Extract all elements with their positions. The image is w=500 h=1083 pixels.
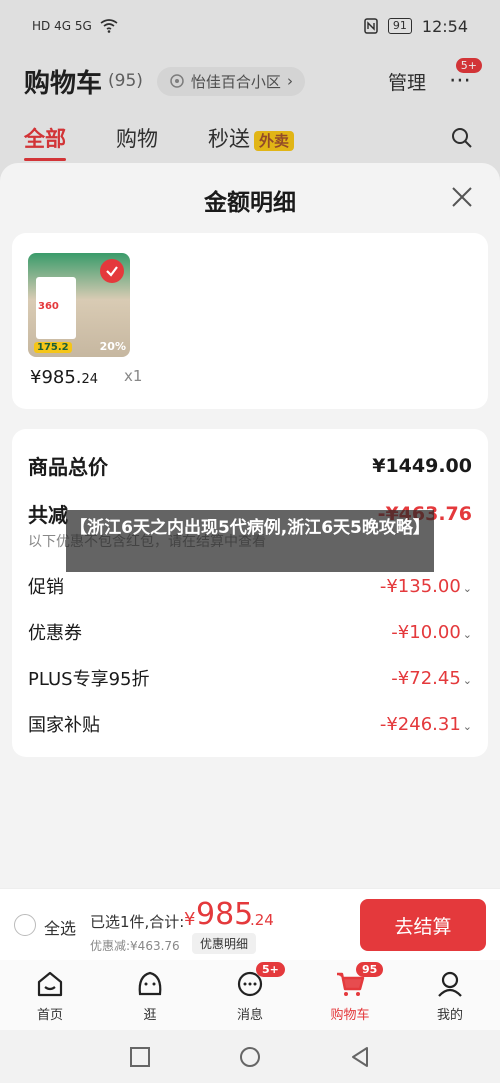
total-amount-dec: .24 — [250, 911, 274, 929]
close-icon[interactable] — [448, 183, 476, 211]
row-total: 商品总价 ¥1449.00 — [28, 451, 472, 480]
total-value: ¥1449.00 — [372, 454, 472, 477]
check-icon — [100, 259, 124, 283]
coupon-label: 优惠券 — [28, 623, 82, 644]
recent-apps-icon[interactable] — [129, 1046, 151, 1068]
product-price: ¥985.24 — [30, 367, 98, 388]
amount-detail-card: 商品总价 ¥1449.00 共减 -¥463.76 以下优惠不包含红包，请在结算… — [12, 429, 488, 757]
total-currency: ¥ — [184, 909, 196, 930]
discount-summary: 优惠减:¥463.76 — [90, 939, 180, 953]
product-price-int: ¥985. — [30, 367, 82, 388]
nav-browse-label: 逛 — [143, 1008, 157, 1023]
product-thumbnail[interactable]: 360 175.2 20% — [28, 253, 130, 357]
nav-messages[interactable]: 5+ 消息 — [200, 960, 300, 1030]
nav-home-label: 首页 — [36, 1008, 63, 1023]
promo-value: -¥135.00 — [379, 575, 461, 597]
coupon-value-wrap: -¥10.00 ⌄ — [391, 622, 472, 643]
chevron-down-icon: ⌄ — [462, 673, 472, 687]
thumb-box-text: 360 — [38, 301, 59, 312]
messages-badge: 5+ — [256, 962, 285, 977]
profile-icon — [438, 971, 462, 997]
home-icon — [37, 971, 63, 997]
reduce-label: 共减 — [28, 503, 68, 527]
nav-cart[interactable]: 95 购物车 — [300, 960, 400, 1030]
system-nav — [0, 1030, 500, 1083]
bottom-nav: 首页 逛 5+ 消息 95 购物车 我的 — [0, 960, 500, 1030]
nav-home[interactable]: 首页 — [0, 960, 100, 1030]
nav-profile-label: 我的 — [436, 1008, 463, 1023]
row-subsidy[interactable]: 国家补贴 -¥246.31 ⌄ — [28, 711, 472, 737]
plus-value-wrap: -¥72.45 ⌄ — [391, 668, 472, 689]
overlay-banner: 【浙江6天之内出现5代病例,浙江6天5晚攻略】 — [66, 510, 434, 572]
row-plus[interactable]: PLUS专享95折 -¥72.45 ⌄ — [28, 665, 472, 691]
subsidy-value: -¥246.31 — [379, 713, 461, 735]
subsidy-value-wrap: -¥246.31 ⌄ — [380, 714, 472, 735]
sheet-title: 金额明细 — [204, 190, 296, 216]
coupon-value: -¥10.00 — [391, 621, 461, 643]
nav-profile[interactable]: 我的 — [400, 960, 500, 1030]
promo-value-wrap: -¥135.00 ⌄ — [380, 576, 472, 597]
back-triangle-icon[interactable] — [349, 1046, 371, 1068]
total-amount-int: 985 — [196, 897, 254, 932]
chevron-down-icon: ⌄ — [462, 627, 472, 641]
nav-messages-label: 消息 — [236, 1008, 263, 1023]
subsidy-label: 国家补贴 — [28, 715, 100, 736]
select-all-radio[interactable] — [14, 914, 36, 936]
product-quantity: x1 — [124, 367, 143, 385]
nav-cart-label: 购物车 — [330, 1008, 370, 1023]
thumb-price-tag: 175.2 — [34, 342, 72, 353]
select-all-label[interactable]: 全选 — [44, 915, 76, 939]
checkout-button[interactable]: 去结算 — [360, 899, 486, 951]
chevron-down-icon: ⌄ — [462, 581, 472, 595]
home-circle-icon[interactable] — [239, 1046, 261, 1068]
row-promo[interactable]: 促销 -¥135.00 ⌄ — [28, 573, 472, 599]
browse-face-icon — [138, 971, 162, 996]
product-card: 360 175.2 20% ¥985.24 x1 — [12, 233, 488, 409]
plus-label: PLUS专享95折 — [28, 669, 150, 690]
product-price-dec: 24 — [81, 372, 99, 387]
checkout-bar: 全选 已选1件,合计: ¥ 985 .24 优惠减:¥463.76 优惠明细 去… — [0, 888, 500, 960]
chevron-down-icon: ⌄ — [462, 719, 472, 733]
plus-value: -¥72.45 — [391, 667, 461, 689]
nav-browse[interactable]: 逛 — [100, 960, 200, 1030]
thumb-subsidy-pct: 20% — [99, 340, 126, 353]
cart-badge: 95 — [356, 962, 384, 977]
promo-label: 促销 — [28, 577, 64, 598]
row-coupon[interactable]: 优惠券 -¥10.00 ⌄ — [28, 619, 472, 645]
total-label: 商品总价 — [28, 455, 108, 479]
selected-summary: 已选1件,合计: — [90, 913, 185, 931]
discount-detail-button[interactable]: 优惠明细 — [192, 933, 257, 954]
